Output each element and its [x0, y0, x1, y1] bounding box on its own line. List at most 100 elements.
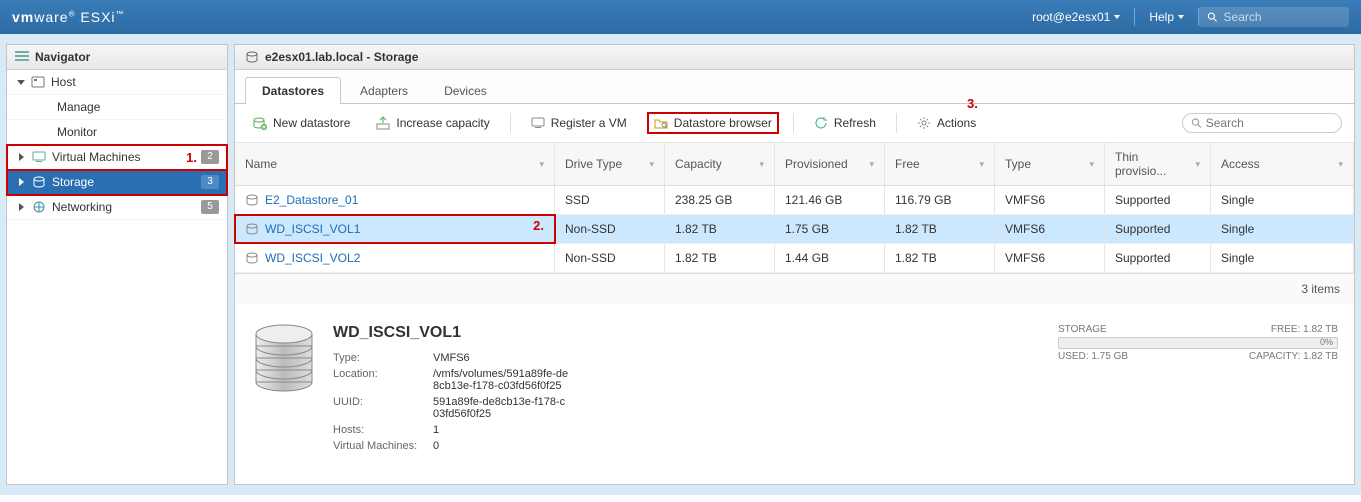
col-drive-type[interactable]: Drive Type▾ — [555, 143, 665, 185]
prop-value: 1 — [433, 424, 571, 436]
col-thin-provisioning[interactable]: Thin provisio...▾ — [1105, 143, 1211, 185]
tabs: Datastores Adapters Devices — [235, 70, 1354, 104]
datastore-link[interactable]: WD_ISCSI_VOL1 — [265, 222, 360, 236]
datastore-table: Name▾ Drive Type▾ Capacity▾ Provisioned▾… — [235, 143, 1354, 304]
detail-property: UUID:591a89fe-de8cb13e-f178-c03fd56f0f25 — [333, 394, 571, 422]
network-icon — [32, 200, 46, 214]
cell-type: VMFS6 — [995, 186, 1105, 214]
search-icon — [1191, 117, 1202, 129]
col-name[interactable]: Name▾ — [235, 143, 555, 185]
datastore-browser-button[interactable]: Datastore browser — [647, 112, 779, 134]
chevron-down-icon — [17, 80, 25, 85]
nav-networking[interactable]: Networking 5 — [7, 195, 227, 220]
detail-title: WD_ISCSI_VOL1 — [333, 324, 571, 342]
table-row[interactable]: WD_ISCSI_VOL2Non-SSD1.82 TB1.44 GB1.82 T… — [235, 244, 1354, 273]
register-vm-icon — [531, 116, 545, 130]
datastore-icon — [245, 222, 259, 236]
increase-capacity-button[interactable]: Increase capacity — [370, 113, 495, 133]
nav-monitor[interactable]: Monitor — [7, 120, 227, 145]
table-header: Name▾ Drive Type▾ Capacity▾ Provisioned▾… — [235, 143, 1354, 186]
badge: 5 — [201, 200, 219, 214]
global-search-input[interactable] — [1224, 10, 1341, 24]
storage-used: USED: 1.75 GB — [1058, 351, 1128, 362]
help-menu[interactable]: Help — [1135, 10, 1198, 24]
host-icon — [31, 75, 45, 89]
chevron-down-icon — [1114, 15, 1120, 19]
storage-percent: 0% — [1320, 337, 1333, 347]
register-vm-button[interactable]: Register a VM — [525, 113, 633, 133]
cell-free: 1.82 TB — [885, 244, 995, 272]
col-provisioned[interactable]: Provisioned▾ — [775, 143, 885, 185]
chevron-down-icon — [1178, 15, 1184, 19]
new-datastore-button[interactable]: New datastore — [247, 113, 356, 133]
annotation-3: 3. — [967, 96, 978, 111]
col-free[interactable]: Free▾ — [885, 143, 995, 185]
cell-type: VMFS6 — [995, 244, 1105, 272]
detail-property: Location:/vmfs/volumes/591a89fe-de8cb13e… — [333, 366, 571, 394]
detail-property: Hosts:1 — [333, 422, 571, 438]
nav-virtual-machines[interactable]: Virtual Machines 1. 2 — [7, 145, 227, 170]
storage-label: STORAGE — [1058, 324, 1107, 335]
cell-drive: Non-SSD — [555, 244, 665, 272]
prop-value: /vmfs/volumes/591a89fe-de8cb13e-f178-c03… — [433, 368, 571, 392]
navigator-icon — [15, 50, 29, 64]
chevron-right-icon — [19, 153, 24, 161]
cell-access: Single — [1211, 244, 1354, 272]
badge: 2 — [201, 150, 219, 164]
tab-datastores[interactable]: Datastores — [245, 77, 341, 104]
cell-drive: Non-SSD — [555, 215, 665, 243]
cell-provisioned: 121.46 GB — [775, 186, 885, 214]
cell-access: Single — [1211, 186, 1354, 214]
nav-storage[interactable]: Storage 3 — [7, 170, 227, 195]
navigator-panel: Navigator Host Manage Monitor Virtual Ma… — [6, 44, 228, 485]
refresh-button[interactable]: Refresh — [808, 113, 882, 133]
tab-devices[interactable]: Devices — [427, 77, 504, 104]
cell-thin: Supported — [1105, 244, 1211, 272]
datastore-large-icon — [251, 324, 317, 400]
chevron-right-icon — [19, 178, 24, 186]
datastore-icon — [245, 50, 259, 64]
global-search[interactable] — [1199, 7, 1349, 27]
cell-thin: Supported — [1105, 215, 1211, 243]
cell-capacity: 1.82 TB — [665, 244, 775, 272]
datastore-icon — [245, 193, 259, 207]
table-search[interactable] — [1182, 113, 1342, 133]
cell-type: VMFS6 — [995, 215, 1105, 243]
nav-manage[interactable]: Manage — [7, 95, 227, 120]
main-panel: e2esx01.lab.local - Storage Datastores A… — [234, 44, 1355, 485]
col-capacity[interactable]: Capacity▾ — [665, 143, 775, 185]
col-type[interactable]: Type▾ — [995, 143, 1105, 185]
gear-icon — [917, 116, 931, 130]
col-access[interactable]: Access▾ — [1211, 143, 1354, 185]
table-row[interactable]: WD_ISCSI_VOL12.Non-SSD1.82 TB1.75 GB1.82… — [235, 215, 1354, 244]
cell-thin: Supported — [1105, 186, 1211, 214]
storage-free: FREE: 1.82 TB — [1271, 324, 1338, 335]
cell-drive: SSD — [555, 186, 665, 214]
prop-key: Location: — [333, 368, 433, 392]
prop-key: Virtual Machines: — [333, 440, 433, 452]
prop-value: VMFS6 — [433, 352, 571, 364]
cell-free: 116.79 GB — [885, 186, 995, 214]
cell-provisioned: 1.44 GB — [775, 244, 885, 272]
cell-capacity: 238.25 GB — [665, 186, 775, 214]
datastore-icon — [245, 251, 259, 265]
storage-capacity: CAPACITY: 1.82 TB — [1249, 351, 1338, 362]
table-footer: 3 items — [235, 273, 1354, 304]
user-menu[interactable]: root@e2esx01 — [1018, 10, 1134, 24]
datastore-link[interactable]: E2_Datastore_01 — [265, 193, 358, 207]
cell-free: 1.82 TB — [885, 215, 995, 243]
prop-key: Type: — [333, 352, 433, 364]
prop-value: 591a89fe-de8cb13e-f178-c03fd56f0f25 — [433, 396, 571, 420]
prop-key: Hosts: — [333, 424, 433, 436]
table-search-input[interactable] — [1206, 116, 1333, 130]
nav-host[interactable]: Host — [7, 70, 227, 95]
detail-panel: WD_ISCSI_VOL1 Type:VMFS6Location:/vmfs/v… — [235, 304, 1354, 484]
tab-adapters[interactable]: Adapters — [343, 77, 425, 104]
actions-button[interactable]: Actions — [911, 113, 982, 133]
datastore-link[interactable]: WD_ISCSI_VOL2 — [265, 251, 360, 265]
capacity-icon — [376, 116, 390, 130]
top-bar: vmware® ESXi™ root@e2esx01 Help — [0, 0, 1361, 34]
prop-key: UUID: — [333, 396, 433, 420]
table-row[interactable]: E2_Datastore_01 SSD238.25 GB121.46 GB116.… — [235, 186, 1354, 215]
toolbar: New datastore Increase capacity Register… — [235, 104, 1354, 143]
